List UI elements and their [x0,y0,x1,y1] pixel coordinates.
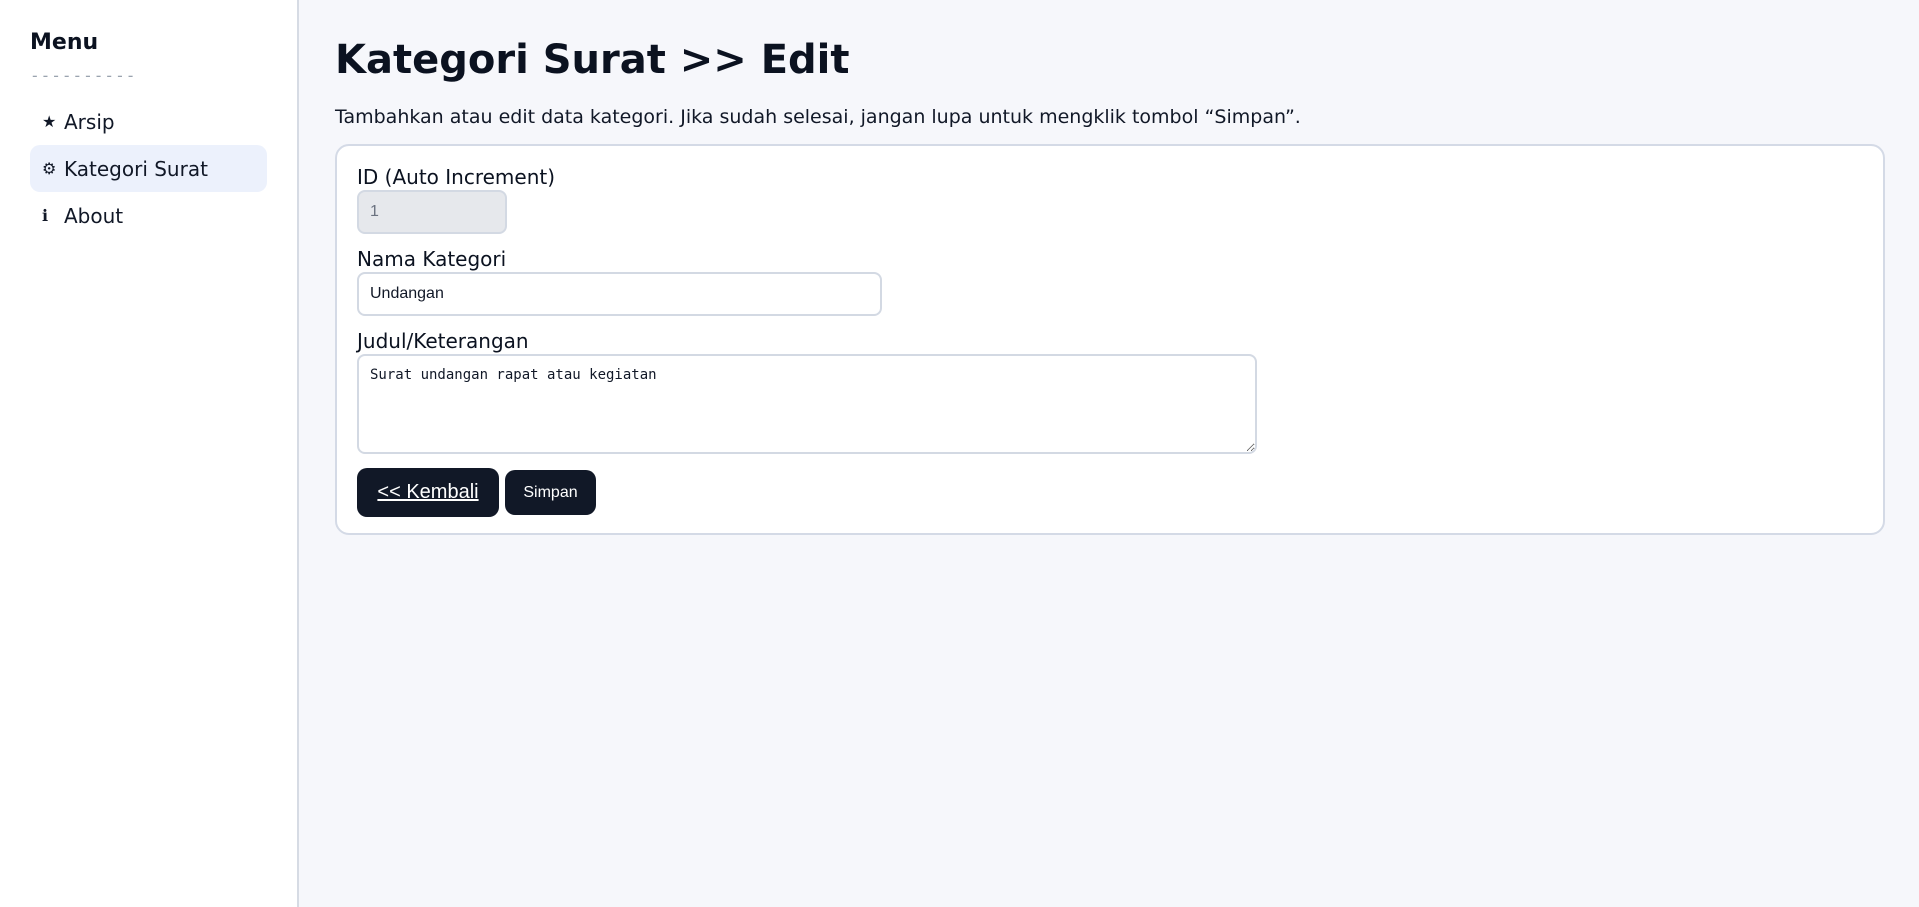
id-field [357,190,507,234]
sidebar-item-kategori-surat[interactable]: ⚙ Kategori Surat [30,145,267,192]
sidebar-item-label: Kategori Surat [64,156,208,181]
judul-keterangan-textarea[interactable]: Surat undangan rapat atau kegiatan [357,354,1257,454]
star-icon: ★ [42,112,57,131]
info-icon: ℹ [42,206,49,225]
main-content: Kategori Surat >> Edit Tambahkan atau ed… [299,0,1919,907]
app-root: Menu ---------- ★ Arsip ⚙ Kategori Surat… [0,0,1919,907]
sidebar-item-about[interactable]: ℹ About [30,192,267,239]
sidebar-item-label: About [64,203,124,228]
description-label: Judul/Keterangan [357,329,529,353]
back-button[interactable]: << Kembali [357,468,499,517]
menu-title: Menu [30,30,99,55]
id-label: ID (Auto Increment) [357,165,556,189]
save-button[interactable]: Simpan [505,470,596,515]
nama-kategori-input[interactable] [357,272,882,316]
page-description: Tambahkan atau edit data kategori. Jika … [335,106,1301,128]
page-title: Kategori Surat >> Edit [335,37,850,83]
name-label: Nama Kategori [357,247,507,271]
edit-form-card: ID (Auto Increment) Nama Kategori Judul/… [335,144,1885,535]
menu-divider: ---------- [30,66,137,85]
sidebar-item-arsip[interactable]: ★ Arsip [30,98,267,145]
sidebar-nav: ★ Arsip ⚙ Kategori Surat ℹ About [30,98,267,239]
form-actions: << Kembali Simpan [357,468,1863,517]
gear-icon: ⚙ [42,159,57,178]
sidebar-item-label: Arsip [64,109,115,134]
sidebar: Menu ---------- ★ Arsip ⚙ Kategori Surat… [0,0,299,907]
